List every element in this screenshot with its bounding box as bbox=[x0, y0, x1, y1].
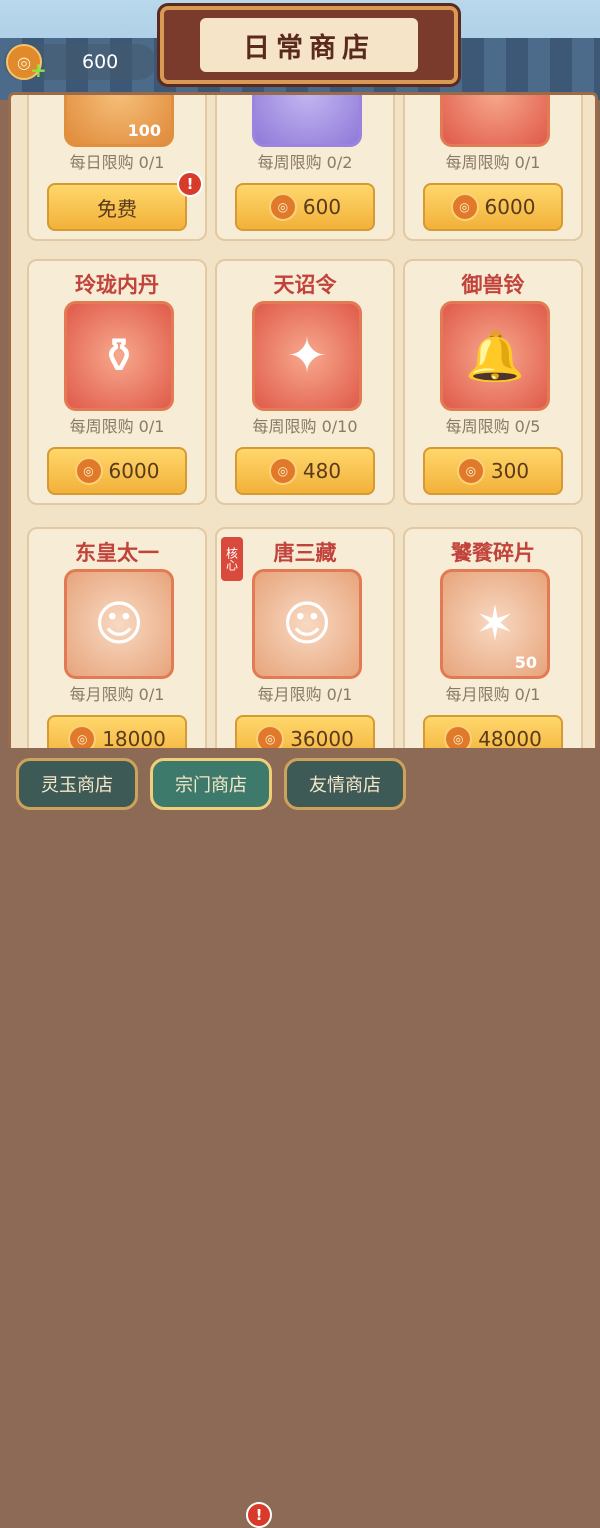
item-count: 50 bbox=[514, 653, 537, 672]
purchase-limit: 每周限购 0/5 bbox=[445, 417, 541, 436]
beast-portrait-icon: ✶ 50 bbox=[440, 569, 550, 679]
purchase-limit: 每周限购 0/2 bbox=[257, 153, 353, 172]
purchase-limit: 每月限购 0/1 bbox=[69, 685, 165, 704]
alert-badge: ! bbox=[177, 171, 203, 197]
shop-item-card[interactable]: 东皇太一 ☺ 每月限购 0/1 ◎ 18000 bbox=[27, 527, 207, 755]
shop-item-card[interactable]: 唐三藏 ☺ 核心 每月限购 0/1 ◎ 36000 bbox=[215, 527, 395, 755]
core-tag: 核心 bbox=[221, 537, 243, 581]
shop-item-card[interactable]: 每周限购 0/1 ◎ 6000 bbox=[403, 95, 583, 241]
purchase-limit: 每日限购 0/1 bbox=[69, 153, 165, 172]
purchase-limit: 每月限购 0/1 bbox=[445, 685, 541, 704]
shop-item-card[interactable]: 御兽铃 🔔 每周限购 0/5 ◎ 300 bbox=[403, 259, 583, 505]
shop-title-plaque: 日常商店 bbox=[160, 6, 458, 84]
currency-display[interactable]: ◎ + 600 bbox=[4, 44, 156, 82]
token-icon: ✦ bbox=[252, 301, 362, 411]
item-name: 饕餮碎片 bbox=[451, 541, 535, 565]
item-name: 唐三藏 bbox=[273, 541, 337, 565]
buy-button[interactable]: ◎ 6000 bbox=[47, 447, 187, 495]
shop-items-panel[interactable]: 100 每日限购 0/1 免费 ! 每周限购 0/2 ◎ 600 每周限购 0/… bbox=[8, 92, 598, 758]
purchase-limit: 每周限购 0/1 bbox=[445, 153, 541, 172]
coin-icon: ◎ bbox=[456, 457, 485, 485]
price-label: 300 bbox=[490, 459, 530, 483]
item-name: 玲珑内丹 bbox=[75, 273, 159, 297]
ornament-icon bbox=[440, 95, 550, 147]
page-title: 日常商店 bbox=[200, 18, 418, 72]
price-label: 免费 bbox=[97, 196, 137, 221]
coin-icon: ◎ bbox=[74, 457, 103, 485]
buy-button[interactable]: ◎ 480 bbox=[235, 447, 375, 495]
item-name: 天诏令 bbox=[273, 273, 337, 297]
buy-button[interactable]: ◎ 300 bbox=[423, 447, 563, 495]
item-name: 御兽铃 bbox=[461, 273, 525, 297]
item-name: 东皇太一 bbox=[75, 541, 159, 565]
price-label: 480 bbox=[302, 459, 342, 483]
purchase-limit: 每周限购 0/1 bbox=[69, 417, 165, 436]
gourd-icon: ⚱ bbox=[64, 301, 174, 411]
tab-friendship-shop[interactable]: 友情商店 bbox=[284, 758, 406, 810]
price-label: 6000 bbox=[484, 195, 536, 219]
alert-badge: ! bbox=[246, 1502, 272, 1528]
item-count: 100 bbox=[127, 121, 161, 140]
monk-portrait-icon: ☺ bbox=[252, 569, 362, 679]
purchase-limit: 每月限购 0/1 bbox=[257, 685, 353, 704]
shop-item-card[interactable]: 饕餮碎片 ✶ 50 每月限购 0/1 ◎ 48000 bbox=[403, 527, 583, 755]
coin-icon: ◎ bbox=[450, 193, 479, 221]
shop-item-card[interactable]: 100 每日限购 0/1 免费 ! bbox=[27, 95, 207, 241]
coin-icon: ◎ bbox=[268, 193, 297, 221]
coin-icon: ◎ bbox=[268, 457, 297, 485]
tab-sect-shop[interactable]: 宗门商店 bbox=[150, 758, 272, 810]
buy-button[interactable]: 免费 bbox=[47, 183, 187, 231]
vase-icon bbox=[252, 95, 362, 147]
buy-button[interactable]: ◎ 600 bbox=[235, 183, 375, 231]
bell-icon: 🔔 bbox=[440, 301, 550, 411]
shop-tab-bar: 灵玉商店 宗门商店 ! 友情商店 bbox=[0, 748, 600, 1528]
price-label: 600 bbox=[302, 195, 342, 219]
purchase-limit: 每周限购 0/10 bbox=[252, 417, 358, 436]
add-currency-icon[interactable]: + bbox=[30, 58, 47, 82]
price-label: 6000 bbox=[108, 459, 160, 483]
buy-button[interactable]: ◎ 6000 bbox=[423, 183, 563, 231]
currency-amount: 600 bbox=[82, 51, 119, 73]
gift-icon: 100 bbox=[64, 95, 174, 147]
shop-item-card[interactable]: 玲珑内丹 ⚱ 每周限购 0/1 ◎ 6000 bbox=[27, 259, 207, 505]
hero-portrait-icon: ☺ bbox=[64, 569, 174, 679]
shop-item-card[interactable]: 天诏令 ✦ 每周限购 0/10 ◎ 480 bbox=[215, 259, 395, 505]
tab-jade-shop[interactable]: 灵玉商店 bbox=[16, 758, 138, 810]
shop-item-card[interactable]: 每周限购 0/2 ◎ 600 bbox=[215, 95, 395, 241]
